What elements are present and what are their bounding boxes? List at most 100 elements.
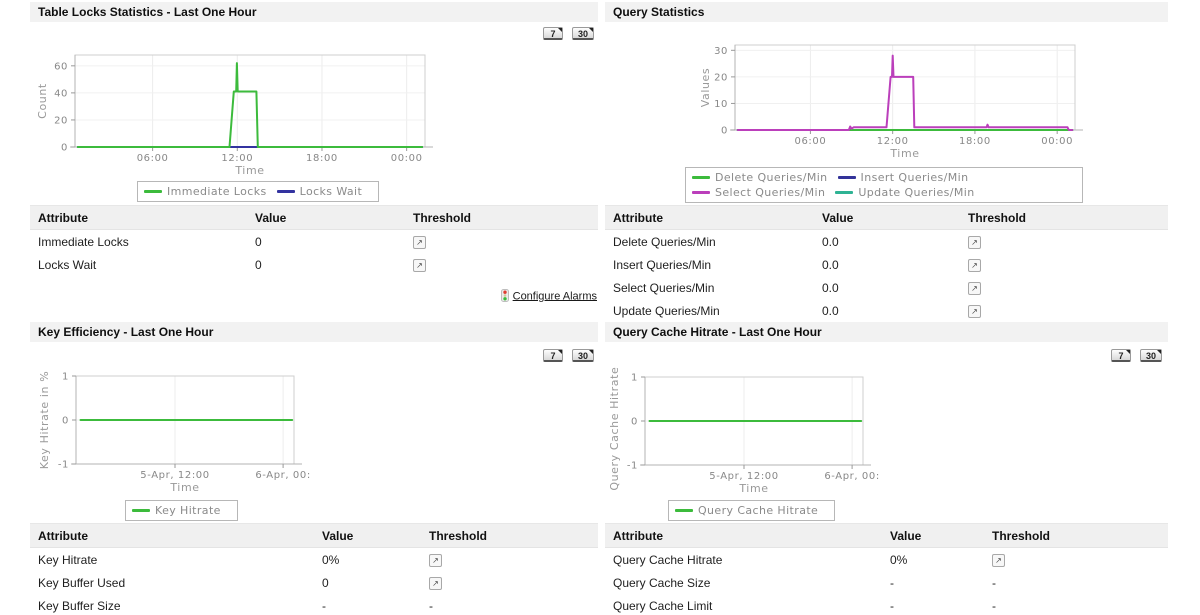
threshold-edit-icon[interactable]: ↗ xyxy=(968,259,981,272)
value-cell: - xyxy=(882,571,984,594)
period-7-days-button[interactable]: 7 xyxy=(543,349,563,362)
legend-label: Insert Queries/Min xyxy=(861,171,969,184)
attribute-cell: Key Hitrate xyxy=(30,548,314,572)
attribute-cell: Key Buffer Used xyxy=(30,571,314,594)
value-cell: 0 xyxy=(314,571,421,594)
legend-swatch-icon xyxy=(675,509,693,512)
svg-text:6-Apr, 00:: 6-Apr, 00: xyxy=(255,470,311,481)
mini-arrow-icon xyxy=(589,350,593,354)
svg-text:5-Apr, 12:00: 5-Apr, 12:00 xyxy=(140,470,209,481)
threshold-edit-icon[interactable]: ↗ xyxy=(429,554,442,567)
svg-text:10: 10 xyxy=(714,99,728,110)
chart-canvas: 06:0012:0018:0000:000102030TimeValues xyxy=(605,30,1085,170)
svg-text:20: 20 xyxy=(54,115,68,126)
chart-legend: Immediate Locks Locks Wait xyxy=(137,181,379,202)
legend-swatch-icon xyxy=(835,191,853,194)
attribute-cell: Query Cache Hitrate xyxy=(605,548,882,572)
threshold-cell: - xyxy=(984,571,1168,594)
value-cell: 0 xyxy=(247,230,405,254)
threshold-edit-icon[interactable]: ↗ xyxy=(429,577,442,590)
chart-canvas: 06:0012:0018:0000:000204060TimeCount xyxy=(30,40,460,185)
mini-arrow-icon xyxy=(589,28,593,32)
threshold-cell: ↗ xyxy=(421,571,598,594)
period-button-label: 30 xyxy=(1146,351,1156,361)
svg-text:0: 0 xyxy=(721,126,728,137)
column-header-value: Value xyxy=(314,524,421,548)
attribute-cell: Insert Queries/Min xyxy=(605,253,814,276)
threshold-cell: ↗ xyxy=(984,548,1168,572)
threshold-edit-icon[interactable]: ↗ xyxy=(413,236,426,249)
value-cell: 0.0 xyxy=(814,230,960,254)
threshold-edit-icon[interactable]: ↗ xyxy=(968,305,981,318)
chart-canvas: 5-Apr, 12:006-Apr, 00:-101TimeKey Hitrat… xyxy=(30,366,360,501)
value-cell: 0.0 xyxy=(814,276,960,299)
mini-arrow-icon xyxy=(558,28,562,32)
period-30-days-button[interactable]: 30 xyxy=(1140,349,1162,362)
column-header-threshold: Threshold xyxy=(960,206,1168,230)
svg-text:06:00: 06:00 xyxy=(137,153,169,164)
mini-arrow-icon xyxy=(1126,350,1130,354)
panel-title-key-efficiency: Key Efficiency - Last One Hour xyxy=(30,322,598,342)
svg-text:Time: Time xyxy=(738,482,768,495)
column-header-attribute: Attribute xyxy=(605,206,814,230)
period-button-label: 30 xyxy=(578,29,588,39)
threshold-edit-icon[interactable]: ↗ xyxy=(968,236,981,249)
panel-title-table-locks: Table Locks Statistics - Last One Hour xyxy=(30,2,598,22)
query-statistics-attribute-table: Attribute Value Threshold Delete Queries… xyxy=(605,205,1168,322)
chart-legend: Query Cache Hitrate xyxy=(668,500,835,521)
attribute-cell: Immediate Locks xyxy=(30,230,247,254)
legend-item: Immediate Locks xyxy=(144,184,267,199)
threshold-cell: ↗ xyxy=(405,230,598,254)
period-30-days-button[interactable]: 30 xyxy=(572,27,594,40)
threshold-cell: - xyxy=(421,594,598,615)
legend-swatch-icon xyxy=(692,191,710,194)
attribute-cell: Query Cache Limit xyxy=(605,594,882,615)
svg-text:1: 1 xyxy=(62,372,69,383)
mini-arrow-icon xyxy=(558,350,562,354)
column-header-threshold: Threshold xyxy=(405,206,598,230)
period-7-days-button[interactable]: 7 xyxy=(543,27,563,40)
legend-item: Key Hitrate xyxy=(132,503,221,518)
column-header-value: Value xyxy=(814,206,960,230)
legend-item: Locks Wait xyxy=(277,184,363,199)
period-button-label: 7 xyxy=(550,351,555,361)
value-cell: 0.0 xyxy=(814,253,960,276)
table-row: Select Queries/Min0.0↗ xyxy=(605,276,1168,299)
legend-swatch-icon xyxy=(132,509,150,512)
table-row: Delete Queries/Min0.0↗ xyxy=(605,230,1168,254)
attribute-cell: Update Queries/Min xyxy=(605,299,814,322)
svg-text:Count: Count xyxy=(36,83,49,119)
period-button-label: 30 xyxy=(578,351,588,361)
legend-label: Delete Queries/Min xyxy=(715,171,828,184)
value-cell: - xyxy=(314,594,421,615)
svg-text:-1: -1 xyxy=(58,460,69,471)
chart-legend: Delete Queries/Min Insert Queries/Min Sele… xyxy=(685,167,1083,203)
legend-item: Update Queries/Min xyxy=(835,185,974,200)
configure-alarms-link[interactable]: Configure Alarms xyxy=(513,290,597,302)
threshold-edit-icon[interactable]: ↗ xyxy=(992,554,1005,567)
threshold-cell: ↗ xyxy=(960,253,1168,276)
panel-title-query-cache-hitrate: Query Cache Hitrate - Last One Hour xyxy=(605,322,1168,342)
table-row: Update Queries/Min0.0 ↗ xyxy=(605,299,1168,322)
chart-legend: Key Hitrate xyxy=(125,500,238,521)
svg-text:12:00: 12:00 xyxy=(877,136,909,147)
legend-item: Select Queries/Min xyxy=(692,185,825,200)
threshold-edit-icon[interactable]: ↗ xyxy=(968,282,981,295)
table-header-row: Attribute Value Threshold xyxy=(605,524,1168,548)
panel-title-query-statistics: Query Statistics xyxy=(605,2,1168,22)
svg-text:0: 0 xyxy=(62,416,69,427)
mysql-monitor-dashboard: Table Locks Statistics - Last One Hour Q… xyxy=(0,0,1200,615)
column-header-value: Value xyxy=(882,524,984,548)
configure-alarms-row: Configure Alarms xyxy=(30,290,597,303)
table-row: Key Hitrate0%↗ xyxy=(30,548,598,572)
threshold-cell: ↗ xyxy=(405,253,598,276)
threshold-cell: ↗ xyxy=(960,299,1168,322)
table-row: Query Cache Size-- xyxy=(605,571,1168,594)
table-header-row: Attribute Value Threshold xyxy=(30,524,598,548)
period-7-days-button[interactable]: 7 xyxy=(1111,349,1131,362)
threshold-edit-icon[interactable]: ↗ xyxy=(413,259,426,272)
period-30-days-button[interactable]: 30 xyxy=(572,349,594,362)
value-cell: 0.0 xyxy=(814,299,960,322)
threshold-cell: ↗ xyxy=(960,276,1168,299)
svg-text:Key Hitrate in %: Key Hitrate in % xyxy=(38,371,51,470)
